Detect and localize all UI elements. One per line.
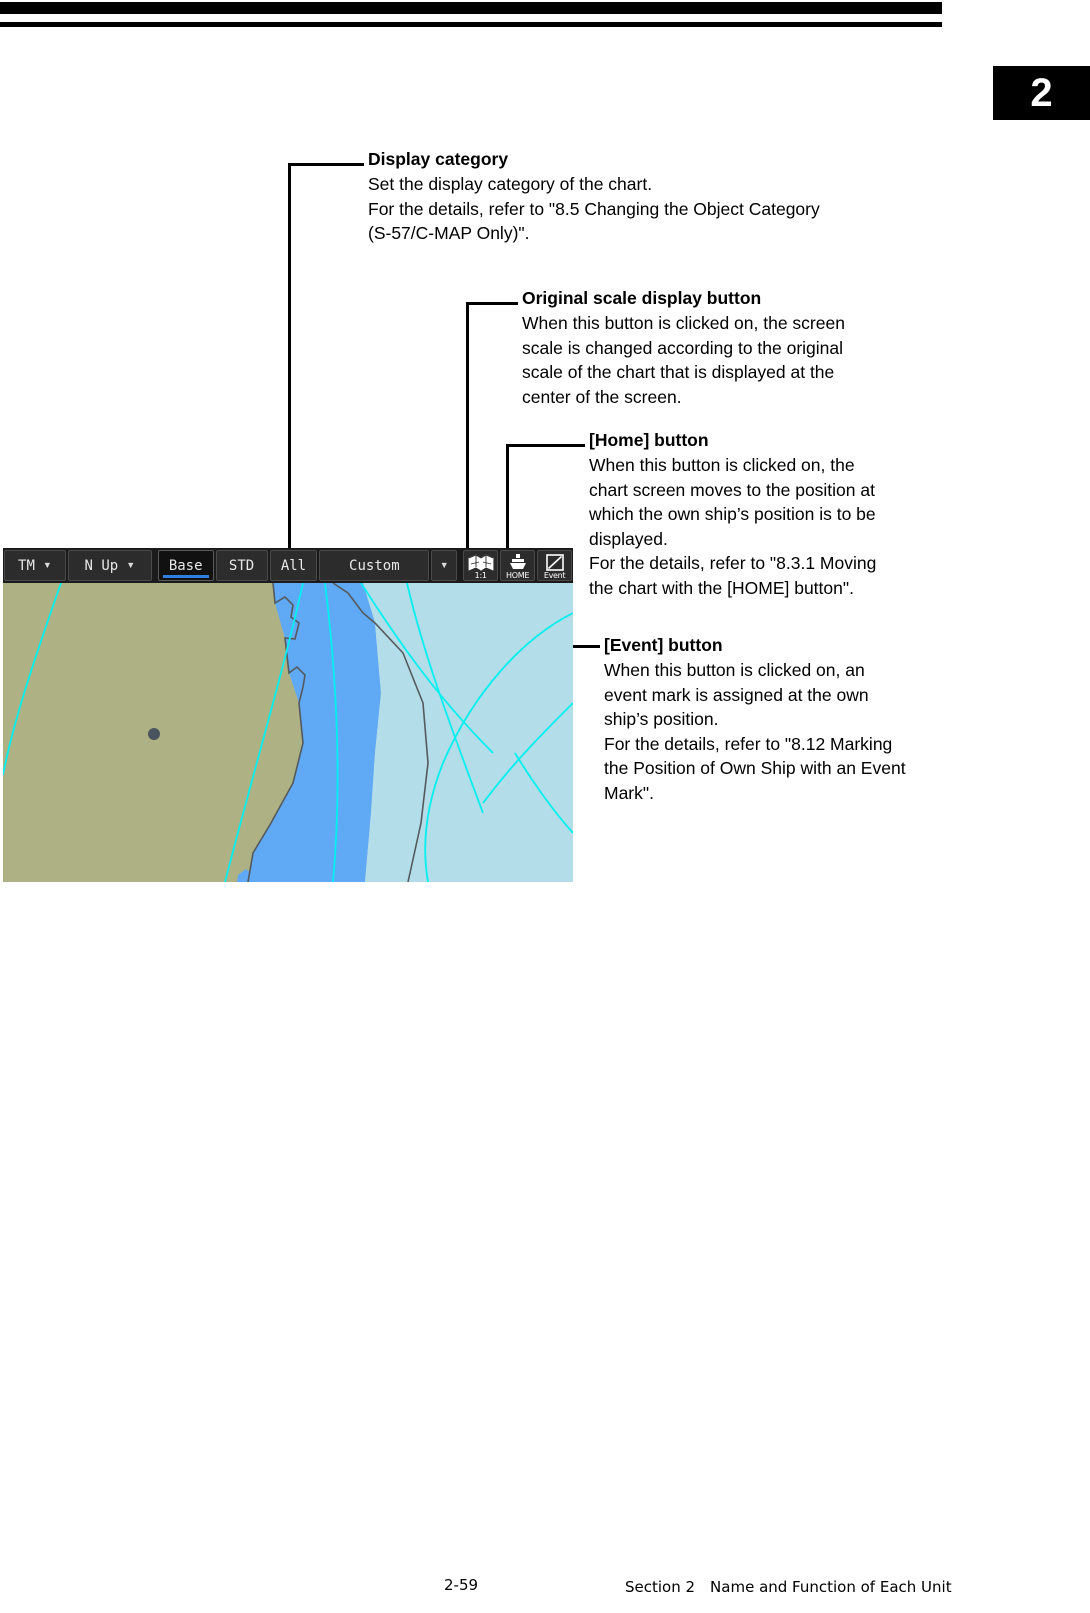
chapter-tab: 2 — [993, 66, 1090, 120]
callout-body: When this button is clicked on, the char… — [589, 453, 876, 600]
selected-indicator — [162, 575, 209, 578]
callout-display-category: Display category Set the display categor… — [368, 147, 820, 246]
callout-body: When this button is clicked on, an event… — [604, 658, 906, 805]
leader-line-display-category-horizontal — [288, 163, 364, 166]
chart-graphic — [3, 583, 573, 882]
callout-body-line: When this button is clicked on, an — [604, 660, 865, 680]
own-ship-position-dot — [148, 728, 160, 740]
callout-home: [Home] button When this button is clicke… — [589, 428, 876, 600]
ecdis-screenshot: TM ▼ N Up ▼ Base STD All Custom ▼ 1:1 HO… — [3, 548, 573, 882]
callout-body-line: center of the screen. — [522, 386, 682, 407]
header-rule-thick — [0, 2, 942, 14]
chevron-down-icon: ▼ — [439, 560, 449, 570]
chevron-down-icon[interactable]: ▼ — [126, 561, 135, 570]
leader-line-original-scale-vertical — [466, 302, 469, 563]
callout-event: [Event] button When this button is click… — [604, 633, 906, 805]
leader-line-display-category-vertical — [288, 163, 291, 563]
chevron-down-icon[interactable]: ▼ — [43, 561, 52, 570]
callout-body-line: When this button is clicked on, the — [589, 455, 855, 475]
header-rule-thin — [0, 22, 942, 27]
display-category-custom-dropdown[interactable]: ▼ — [431, 550, 458, 581]
original-scale-label: 1:1 — [474, 571, 487, 580]
callout-body-line: Set the display category of the chart. — [368, 174, 653, 194]
callout-body: When this button is clicked on, the scre… — [522, 311, 845, 409]
leader-line-home-horizontal — [506, 444, 585, 447]
callout-body-line: Mark". — [604, 782, 654, 803]
display-category-base-button[interactable]: Base — [157, 550, 214, 581]
callout-title: [Event] button — [604, 635, 723, 655]
callout-body-line: event mark is assigned at the own — [604, 684, 869, 705]
home-button[interactable]: HOME — [500, 550, 536, 581]
callout-body-line: displayed. — [589, 528, 668, 549]
callout-body-line: the chart with the [HOME] button". — [589, 577, 854, 598]
callout-body-line: ship’s position. — [604, 709, 719, 729]
display-category-custom-label: Custom — [349, 557, 400, 574]
display-category-all-label: All — [280, 557, 307, 574]
callout-body-line: For the details, refer to "8.12 Marking — [604, 733, 893, 754]
callout-body-line: When this button is clicked on, the scre… — [522, 313, 845, 333]
display-category-custom-button[interactable]: Custom — [319, 550, 430, 581]
orientation-mode-label: N Up — [84, 557, 119, 574]
display-category-std-button[interactable]: STD — [215, 550, 268, 581]
callout-original-scale: Original scale display button When this … — [522, 286, 845, 409]
ecdis-toolbar: TM ▼ N Up ▼ Base STD All Custom ▼ 1:1 HO… — [3, 548, 573, 583]
callout-body-line: the Position of Own Ship with an Event — [604, 758, 906, 778]
callout-title: Display category — [368, 149, 509, 169]
event-button[interactable]: Event — [537, 550, 572, 581]
leader-line-home-vertical — [506, 444, 509, 563]
home-label: HOME — [506, 571, 530, 580]
chart-scale-icon — [468, 554, 494, 571]
footer-section-title: Section 2 Name and Function of Each Unit — [625, 1578, 952, 1596]
callout-title: Original scale display button — [522, 288, 762, 308]
event-mark-icon — [545, 554, 564, 571]
original-scale-display-button[interactable]: 1:1 — [463, 550, 499, 581]
leader-line-original-scale-horizontal — [466, 302, 518, 305]
callout-body-line: (S-57/C-MAP Only)". — [368, 223, 530, 243]
callout-body-line: which the own ship’s position is to be — [589, 504, 876, 524]
own-ship-icon — [509, 554, 526, 569]
callout-body-line: For the details, refer to "8.3.1 Moving — [589, 553, 877, 573]
callout-body-line: For the details, refer to "8.5 Changing … — [368, 198, 820, 219]
manual-page: 2 Display category Set the display categ… — [0, 0, 1090, 1613]
callout-body-line: chart screen moves to the position at — [589, 479, 875, 500]
orientation-mode-button[interactable]: N Up ▼ — [67, 550, 152, 581]
callout-title: [Home] button — [589, 430, 709, 450]
ecdis-chart-view[interactable] — [3, 583, 573, 882]
event-label: Event — [543, 571, 566, 580]
motion-mode-button[interactable]: TM ▼ — [4, 550, 66, 581]
display-category-base-label: Base — [168, 557, 203, 574]
callout-body-line: scale of the chart that is displayed at … — [522, 362, 835, 382]
callout-body: Set the display category of the chart. F… — [368, 172, 820, 246]
motion-mode-label: TM — [18, 557, 35, 574]
callout-body-line: scale is changed according to the origin… — [522, 337, 844, 358]
display-category-all-button[interactable]: All — [269, 550, 318, 581]
display-category-std-label: STD — [228, 557, 255, 574]
footer-page-number: 2-59 — [444, 1576, 479, 1594]
